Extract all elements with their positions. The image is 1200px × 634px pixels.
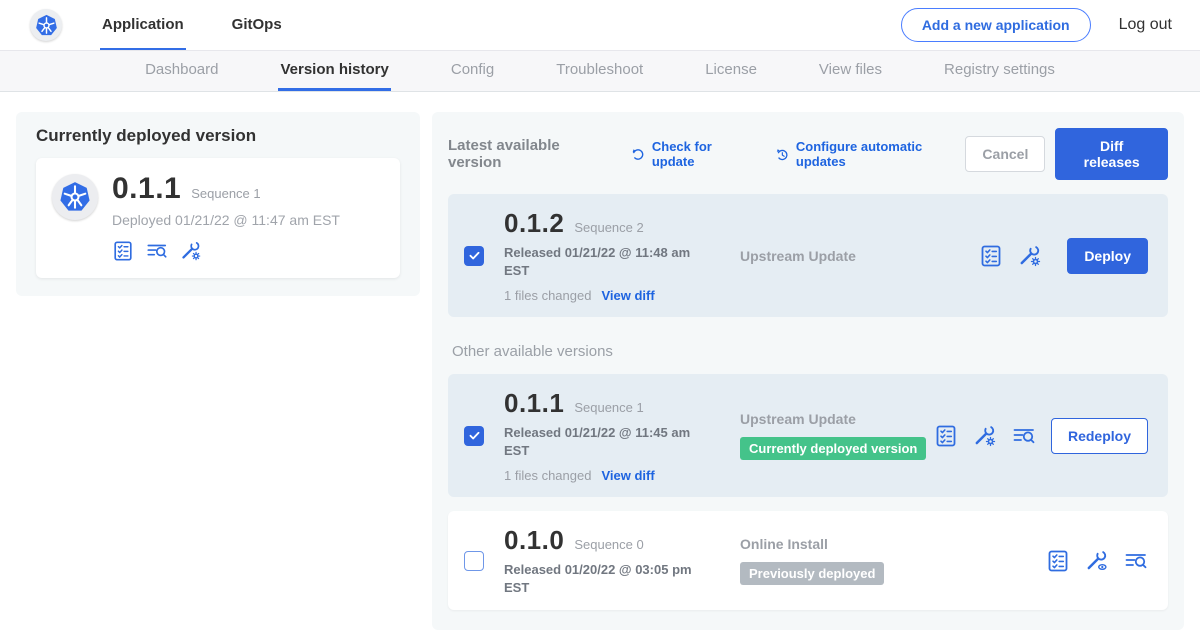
subnav-item-view-files[interactable]: View files	[817, 51, 884, 91]
latest-version-header: Latest available version Check for updat…	[448, 128, 1168, 180]
subnav-item-troubleshoot[interactable]: Troubleshoot	[554, 51, 645, 91]
app-sub-nav: Dashboard Version history Config Trouble…	[0, 50, 1200, 92]
configure-automatic-updates-link[interactable]: Configure automatic updates	[774, 139, 966, 169]
tab-application[interactable]: Application	[100, 0, 186, 50]
sequence-label: Sequence 1	[574, 400, 643, 415]
source-label: Online Install	[740, 536, 1046, 552]
version-row-0-1-0: 0.1.0 Sequence 0 Released 01/20/22 @ 03:…	[448, 511, 1168, 610]
view-config-icon[interactable]	[1085, 549, 1109, 573]
view-logs-icon[interactable]	[1124, 549, 1148, 573]
top-tabs: Application GitOps	[100, 0, 328, 50]
version-info: 0.1.1 Sequence 1 Released 01/21/22 @ 11:…	[504, 388, 710, 483]
sequence-label: Sequence 2	[574, 220, 643, 235]
source-label: Upstream Update	[740, 248, 979, 264]
view-logs-icon[interactable]	[1012, 424, 1036, 448]
version-row-0-1-2: 0.1.2 Sequence 2 Released 01/21/22 @ 11:…	[448, 194, 1168, 317]
version-actions	[1046, 549, 1152, 573]
currently-deployed-panel: Currently deployed version 0.1.1 Sequenc…	[16, 112, 420, 296]
subnav-item-config[interactable]: Config	[449, 51, 496, 91]
deployed-version-info: 0.1.1 Sequence 1 Deployed 01/21/22 @ 11:…	[112, 172, 340, 262]
version-actions: Redeploy	[934, 418, 1152, 454]
tab-gitops-label: GitOps	[232, 16, 282, 33]
version-source: Upstream Update	[740, 248, 979, 264]
schedule-icon	[774, 146, 790, 163]
subnav-item-registry-settings[interactable]: Registry settings	[942, 51, 1057, 91]
version-history-panel: Latest available version Check for updat…	[432, 112, 1184, 630]
edit-config-icon[interactable]	[180, 240, 202, 262]
released-timestamp: Released 01/21/22 @ 11:45 am EST	[504, 424, 704, 459]
version-number: 0.1.0	[504, 525, 564, 556]
app-icon	[52, 174, 98, 220]
currently-deployed-title: Currently deployed version	[36, 126, 400, 146]
version-info: 0.1.0 Sequence 0 Released 01/20/22 @ 03:…	[504, 525, 710, 596]
deployed-version-number: 0.1.1	[112, 172, 181, 206]
latest-available-title: Latest available version	[448, 137, 608, 171]
deploy-button[interactable]: Deploy	[1067, 238, 1148, 274]
top-nav-right: Add a new application Log out	[901, 8, 1200, 42]
source-label: Upstream Update	[740, 411, 934, 427]
sequence-label: Sequence 0	[574, 537, 643, 552]
refresh-icon	[630, 146, 646, 163]
main-content: Currently deployed version 0.1.1 Sequenc…	[0, 92, 1200, 630]
release-notes-icon[interactable]	[1046, 549, 1070, 573]
edit-config-icon[interactable]	[1018, 244, 1042, 268]
version-source: Upstream Update Currently deployed versi…	[740, 411, 934, 460]
diff-releases-button[interactable]: Diff releases	[1055, 128, 1168, 180]
version-source: Online Install Previously deployed	[740, 536, 1046, 585]
edit-config-icon[interactable]	[973, 424, 997, 448]
version-number: 0.1.1	[504, 388, 564, 419]
files-changed-label: 1 files changed	[504, 468, 591, 483]
subnav-item-dashboard[interactable]: Dashboard	[143, 51, 220, 91]
deployed-action-icons	[112, 240, 340, 262]
tab-application-label: Application	[102, 16, 184, 33]
view-diff-link[interactable]: View diff	[601, 468, 654, 483]
redeploy-button[interactable]: Redeploy	[1051, 418, 1148, 454]
version-number: 0.1.2	[504, 208, 564, 239]
subnav-item-version-history[interactable]: Version history	[278, 51, 390, 91]
currently-deployed-badge: Currently deployed version	[740, 437, 926, 460]
version-actions: Deploy	[979, 238, 1152, 274]
release-notes-icon[interactable]	[934, 424, 958, 448]
version-row-0-1-1: 0.1.1 Sequence 1 Released 01/21/22 @ 11:…	[448, 374, 1168, 497]
version-info: 0.1.2 Sequence 2 Released 01/21/22 @ 11:…	[504, 208, 710, 303]
cancel-button[interactable]: Cancel	[965, 136, 1045, 172]
tab-gitops[interactable]: GitOps	[230, 0, 284, 50]
files-changed-label: 1 files changed	[504, 288, 591, 303]
release-notes-icon[interactable]	[979, 244, 1003, 268]
version-checkbox[interactable]	[464, 426, 484, 446]
released-timestamp: Released 01/20/22 @ 03:05 pm EST	[504, 561, 704, 596]
view-diff-link[interactable]: View diff	[601, 288, 654, 303]
release-notes-icon[interactable]	[112, 240, 134, 262]
add-application-button[interactable]: Add a new application	[901, 8, 1091, 42]
check-for-update-link[interactable]: Check for update	[630, 139, 752, 169]
logout-link[interactable]: Log out	[1119, 16, 1172, 34]
top-nav: Application GitOps Add a new application…	[0, 0, 1200, 50]
view-logs-icon[interactable]	[146, 240, 168, 262]
configure-automatic-updates-label: Configure automatic updates	[796, 139, 966, 169]
version-checkbox[interactable]	[464, 551, 484, 571]
released-timestamp: Released 01/21/22 @ 11:48 am EST	[504, 244, 704, 279]
other-versions-heading: Other available versions	[452, 343, 1168, 360]
deployed-timestamp: Deployed 01/21/22 @ 11:47 am EST	[112, 212, 340, 228]
kubernetes-logo-icon	[30, 9, 62, 41]
subnav-item-license[interactable]: License	[703, 51, 759, 91]
currently-deployed-card: 0.1.1 Sequence 1 Deployed 01/21/22 @ 11:…	[36, 158, 400, 278]
deployed-sequence-label: Sequence 1	[191, 186, 260, 201]
previously-deployed-badge: Previously deployed	[740, 562, 884, 585]
check-for-update-label: Check for update	[652, 139, 752, 169]
version-checkbox[interactable]	[464, 246, 484, 266]
